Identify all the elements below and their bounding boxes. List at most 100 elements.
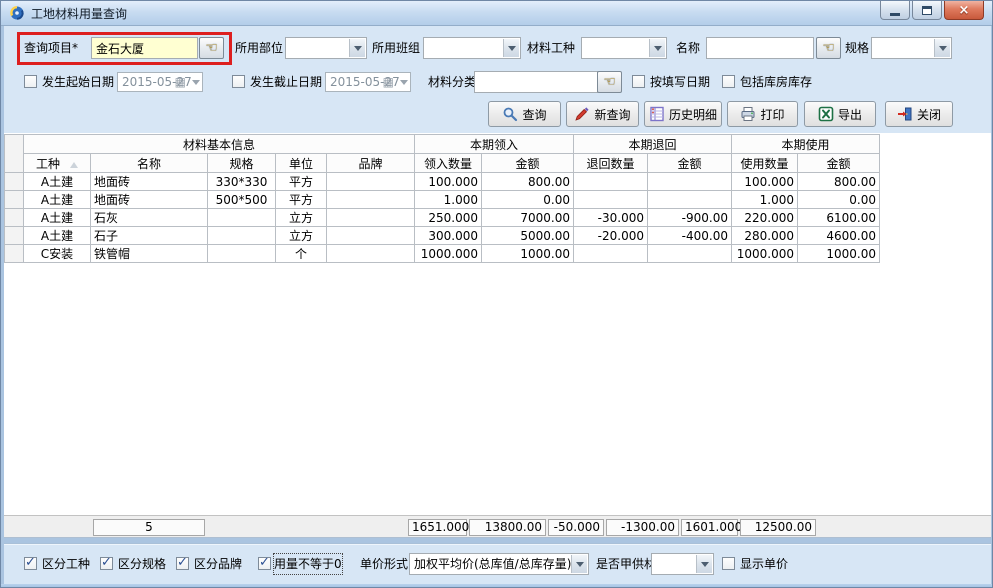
spec-label: 规格 xyxy=(845,37,869,59)
team-select[interactable] xyxy=(423,37,521,59)
minimize-icon xyxy=(890,13,900,16)
close-window-button[interactable]: 关闭 xyxy=(885,101,953,127)
table-row[interactable]: A土建地面砖330*330平方100.000800.00100.000800.0… xyxy=(5,173,880,191)
row-selector[interactable] xyxy=(5,173,24,191)
usage-nonzero-checkbox[interactable] xyxy=(258,557,271,570)
app-window: 工地材料用量查询 × 查询项目* ☜ 所用部位 所用班组 材料工种 名称 ☜ 规… xyxy=(0,0,993,588)
start-date-label: 发生起始日期 xyxy=(42,71,114,93)
name-input[interactable] xyxy=(706,37,814,59)
cell xyxy=(327,191,415,209)
material-table: 材料基本信息 本期领入 本期退回 本期使用 工种 名称 规格 单位 品牌 领入数… xyxy=(4,134,880,263)
cell: -900.00 xyxy=(648,209,732,227)
title-bar: 工地材料用量查询 × xyxy=(1,1,992,26)
row-selector[interactable] xyxy=(5,191,24,209)
calendar-icon: ▦ xyxy=(175,75,186,89)
col-header-name[interactable]: 名称 xyxy=(91,154,208,173)
category-picker-button[interactable]: ☜ xyxy=(597,71,622,93)
cell: 100.000 xyxy=(415,173,482,191)
cell: 300.000 xyxy=(415,227,482,245)
col-header-recv-amt[interactable]: 金额 xyxy=(482,154,574,173)
query-button[interactable]: 查询 xyxy=(488,101,561,127)
chevron-down-icon xyxy=(649,39,665,57)
department-label: 所用部位 xyxy=(235,37,283,59)
sort-asc-icon xyxy=(70,162,78,168)
new-query-button[interactable]: 新查询 xyxy=(566,101,639,127)
cell xyxy=(327,245,415,263)
show-unit-price-checkbox[interactable] xyxy=(722,557,735,570)
chevron-down-icon xyxy=(400,80,408,85)
cell: 800.00 xyxy=(798,173,880,191)
cell: 立方 xyxy=(276,209,327,227)
table-row[interactable]: C安装铁管帽个1000.0001000.001000.0001000.00 xyxy=(5,245,880,263)
cell: 平方 xyxy=(276,191,327,209)
total-ret-amt: -1300.00 xyxy=(606,519,679,536)
category-input[interactable] xyxy=(474,71,598,93)
cell: 280.000 xyxy=(732,227,798,245)
cell: 地面砖 xyxy=(91,173,208,191)
cell: 7000.00 xyxy=(482,209,574,227)
project-picker-button[interactable]: ☜ xyxy=(199,37,224,59)
grid-area: 材料基本信息 本期领入 本期退回 本期使用 工种 名称 规格 单位 品牌 领入数… xyxy=(4,133,991,515)
window-title: 工地材料用量查询 xyxy=(31,5,127,22)
distinguish-trade-checkbox[interactable] xyxy=(24,557,37,570)
include-warehouse-checkbox[interactable] xyxy=(722,75,735,88)
table-row[interactable]: A土建地面砖500*500平方1.0000.001.0000.00 xyxy=(5,191,880,209)
col-header-used-qty[interactable]: 使用数量 xyxy=(732,154,798,173)
table-row[interactable]: A土建石灰立方250.0007000.00-30.000-900.00220.0… xyxy=(5,209,880,227)
cell: 立方 xyxy=(276,227,327,245)
cell xyxy=(327,227,415,245)
col-header-brand[interactable]: 品牌 xyxy=(327,154,415,173)
col-header-ret-amt[interactable]: 金额 xyxy=(648,154,732,173)
category-label: 材料分类 xyxy=(428,71,476,93)
col-header-recv-qty[interactable]: 领入数量 xyxy=(415,154,482,173)
name-picker-button[interactable]: ☜ xyxy=(816,37,841,59)
start-date-checkbox[interactable] xyxy=(24,75,37,88)
trade-label: 材料工种 xyxy=(527,37,575,59)
row-selector[interactable] xyxy=(5,245,24,263)
cell: 1000.000 xyxy=(415,245,482,263)
hand-picker-icon: ☜ xyxy=(822,40,835,56)
cell: 330*330 xyxy=(208,173,276,191)
start-date-picker[interactable]: 2015-05-27 ▦ xyxy=(117,72,203,92)
printer-icon xyxy=(740,106,756,122)
cell: 100.000 xyxy=(732,173,798,191)
col-header-spec[interactable]: 规格 xyxy=(208,154,276,173)
close-button[interactable]: × xyxy=(944,1,984,20)
price-mode-select[interactable]: 加权平均价(总库值/总库存量) xyxy=(409,553,589,575)
print-button[interactable]: 打印 xyxy=(727,101,798,127)
department-select[interactable] xyxy=(285,37,367,59)
cell xyxy=(327,209,415,227)
cell: 1000.00 xyxy=(482,245,574,263)
chevron-down-icon xyxy=(696,555,712,573)
end-date-checkbox[interactable] xyxy=(232,75,245,88)
cell: 1000.00 xyxy=(798,245,880,263)
row-count: 5 xyxy=(93,519,205,536)
party-a-select[interactable] xyxy=(651,553,714,575)
cell: 220.000 xyxy=(732,209,798,227)
spec-select[interactable] xyxy=(871,37,952,59)
trade-select[interactable] xyxy=(581,37,667,59)
row-selector[interactable] xyxy=(5,227,24,245)
cell xyxy=(648,245,732,263)
usage-nonzero-label: 用量不等于0 xyxy=(274,554,342,574)
col-header-used-amt[interactable]: 金额 xyxy=(798,154,880,173)
end-date-picker[interactable]: 2015-05-27 ▦ xyxy=(325,72,411,92)
cell: -20.000 xyxy=(574,227,648,245)
end-date-label: 发生截止日期 xyxy=(250,71,322,93)
total-recv-qty: 1651.000 xyxy=(408,519,467,536)
by-fill-date-checkbox[interactable] xyxy=(632,75,645,88)
col-header-ret-qty[interactable]: 退回数量 xyxy=(574,154,648,173)
col-header-unit[interactable]: 单位 xyxy=(276,154,327,173)
maximize-button[interactable] xyxy=(912,1,942,20)
row-selector[interactable] xyxy=(5,209,24,227)
history-detail-button[interactable]: 历史明细 xyxy=(644,101,722,127)
distinguish-spec-checkbox[interactable] xyxy=(100,557,113,570)
minimize-button[interactable] xyxy=(880,1,910,20)
project-input[interactable] xyxy=(91,37,198,59)
cell xyxy=(208,227,276,245)
table-row[interactable]: A土建石子立方300.0005000.00-20.000-400.00280.0… xyxy=(5,227,880,245)
export-button[interactable]: 导出 xyxy=(804,101,876,127)
app-icon xyxy=(9,5,25,21)
distinguish-brand-checkbox[interactable] xyxy=(176,557,189,570)
col-header-trade[interactable]: 工种 xyxy=(24,154,91,173)
